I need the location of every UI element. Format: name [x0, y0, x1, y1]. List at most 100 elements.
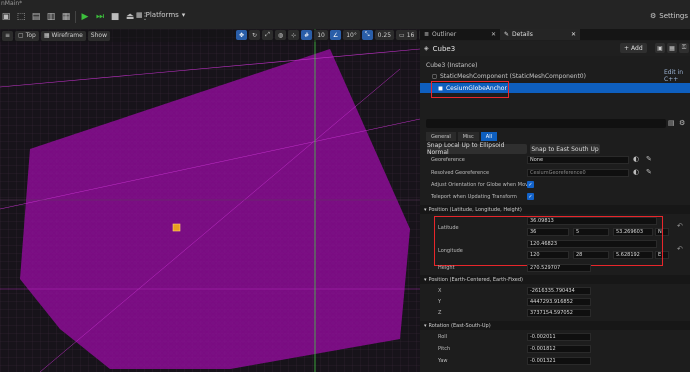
x-value: -2616335.790434: [530, 288, 575, 294]
step-icon[interactable]: ⏭: [94, 11, 106, 23]
camera-icon: ▭: [399, 31, 405, 39]
gear-icon[interactable]: ⚙: [679, 119, 685, 127]
grid-snap-button[interactable]: #: [301, 30, 313, 40]
eyedropper-icon[interactable]: ✎: [646, 155, 652, 163]
teleport-checkbox[interactable]: ✓: [527, 193, 534, 200]
eyedropper-icon[interactable]: ✎: [646, 168, 652, 176]
scale-snap-label: 0.25: [377, 31, 392, 39]
show-button[interactable]: Show: [87, 30, 110, 41]
adjust-orientation-label: Adjust Orientation for Globe when Movi..…: [431, 182, 535, 188]
snap-esu-button[interactable]: Snap to East South Up: [530, 144, 600, 154]
z-field[interactable]: 3737154.597052: [527, 309, 591, 317]
component-label: StaticMeshComponent (StaticMeshComponent…: [439, 72, 586, 80]
yaw-value: -0.001321: [530, 358, 556, 364]
details-icon: ✎: [504, 31, 510, 38]
view-mode-button[interactable]: ▦ Wireframe: [40, 30, 86, 41]
add-component-button[interactable]: + Add: [620, 43, 647, 53]
show-label: Show: [90, 32, 107, 39]
search-input[interactable]: [426, 119, 666, 128]
rotation-label: Rotation (East-South-Up): [428, 322, 491, 329]
platforms-icon: ▦: [136, 11, 143, 19]
chevron-down-icon: ▾: [181, 11, 186, 19]
browse-icon[interactable]: ◐: [633, 168, 639, 176]
settings-button[interactable]: ⚙ Settings: [650, 12, 688, 20]
lock-button[interactable]: ⚿: [679, 43, 689, 53]
camera-speed-button[interactable]: ▭ 16: [396, 30, 418, 40]
add-label: Add: [631, 44, 643, 52]
world-space-button[interactable]: ◍: [274, 30, 287, 40]
resolved-georeference-label: Resolved Georeference: [431, 170, 490, 176]
level-viewport[interactable]: ≡ ▢ Top ▦ Wireframe Show ✥ ↻ ⤢ ◍ ⊹ # 10 ∠ …: [0, 29, 420, 372]
pitch-label: Pitch: [438, 346, 451, 352]
close-icon[interactable]: ✕: [491, 31, 496, 38]
tab-details[interactable]: ✎ Details ✕: [500, 29, 580, 40]
actor-name[interactable]: Cube3: [433, 45, 456, 53]
snap-up-button[interactable]: Snap Local Up to Ellipsoid Normal: [427, 142, 527, 156]
scale-snap-value[interactable]: 0.25: [374, 30, 395, 40]
reset-icon[interactable]: ↶: [677, 245, 683, 253]
grid-snap-value[interactable]: 10: [314, 30, 328, 40]
pitch-field[interactable]: -0.001812: [527, 345, 591, 353]
teleport-label: Teleport when Updating Transform: [431, 194, 517, 200]
adjust-orientation-checkbox[interactable]: ✓: [527, 181, 534, 188]
lock-icon: ⚿: [681, 44, 687, 51]
chevron-down-icon: ▾: [424, 206, 427, 213]
reset-icon[interactable]: ↶: [677, 222, 683, 230]
blueprint-icon[interactable]: ▥: [45, 11, 57, 23]
scale-tool-button[interactable]: ⤢: [262, 30, 273, 40]
georeference-dropdown[interactable]: None: [527, 156, 629, 164]
tab-details-label: Details: [512, 31, 533, 38]
platforms-label: Platforms: [145, 11, 179, 19]
component-row[interactable]: ◻ StaticMeshComponent (StaticMeshCompone…: [420, 69, 690, 83]
surface-snap-button[interactable]: ⊹: [288, 30, 300, 40]
scale-snap-button[interactable]: ⤡: [361, 30, 373, 40]
position-ecef-label: Position (Earth-Centered, Earth-Fixed): [428, 276, 524, 283]
blueprint-button[interactable]: ▣: [655, 43, 665, 53]
category-tabs: General Misc All: [426, 132, 497, 141]
move-icon: ✥: [239, 31, 245, 39]
select-mode-icon[interactable]: ⬚: [15, 11, 27, 23]
grid-snap-label: 10: [317, 31, 325, 39]
filter-icon[interactable]: ▤: [668, 119, 675, 127]
main-toolbar: nMain* ▣ ⬚ ▤ ▥ ▦ ▶ ⏭ ■ ⏏ ⋮ ▦ Platforms ▾…: [0, 0, 690, 29]
translate-tool-button[interactable]: ✥: [236, 30, 248, 40]
tab-outliner[interactable]: ≣ Outliner ✕: [420, 29, 500, 40]
height-field[interactable]: 270.529707: [527, 264, 591, 272]
close-icon[interactable]: ✕: [571, 31, 576, 38]
position-llh-label: Position (Latitude, Longitude, Height): [428, 206, 522, 213]
perspective-button[interactable]: ▢ Top: [15, 30, 39, 41]
viewport-menu-button[interactable]: ≡: [2, 30, 14, 41]
play-icon[interactable]: ▶: [79, 11, 91, 23]
scale-icon: ⤢: [265, 31, 270, 38]
platforms-button[interactable]: ▦ Platforms ▾: [136, 11, 185, 19]
cube-icon: ◈: [424, 45, 429, 52]
content-icon[interactable]: ▤: [30, 11, 42, 23]
x-field[interactable]: -2616335.790434: [527, 287, 591, 295]
mesh-icon: ◻: [432, 72, 437, 80]
y-value: 4447293.916852: [530, 299, 573, 305]
actor-header: ◈ Cube3 + Add ▣ ▦ ⚿: [420, 41, 690, 56]
tab-general[interactable]: General: [426, 132, 456, 141]
cinematics-icon[interactable]: ▦: [60, 11, 72, 23]
roll-field[interactable]: -0.002011: [527, 333, 591, 341]
tab-misc[interactable]: Misc: [457, 132, 479, 141]
position-ecef-section[interactable]: ▾ Position (Earth-Centered, Earth-Fixed): [420, 275, 690, 284]
layout-button[interactable]: ▦: [667, 43, 677, 53]
position-llh-section[interactable]: ▾ Position (Latitude, Longitude, Height): [420, 205, 690, 214]
instance-row[interactable]: Cube3 (Instance): [420, 60, 690, 70]
pitch-value: -0.001812: [530, 346, 556, 352]
yaw-field[interactable]: -0.001321: [527, 357, 591, 365]
rotation-section[interactable]: ▾ Rotation (East-South-Up): [420, 321, 690, 330]
rotate-tool-button[interactable]: ↻: [249, 30, 261, 40]
tab-all[interactable]: All: [480, 132, 497, 141]
y-field[interactable]: 4447293.916852: [527, 298, 591, 306]
browse-icon[interactable]: ◐: [633, 155, 639, 163]
save-icon[interactable]: ▣: [0, 11, 12, 23]
rotation-snap-value[interactable]: 10°: [343, 30, 360, 40]
eject-icon[interactable]: ⏏: [124, 11, 136, 23]
stop-icon[interactable]: ■: [109, 11, 121, 23]
rotation-snap-button[interactable]: ∠: [329, 30, 342, 40]
rotate-icon: ↻: [252, 31, 258, 39]
roll-label: Roll: [438, 334, 448, 340]
edit-cpp-link[interactable]: Edit in C++: [664, 69, 690, 83]
